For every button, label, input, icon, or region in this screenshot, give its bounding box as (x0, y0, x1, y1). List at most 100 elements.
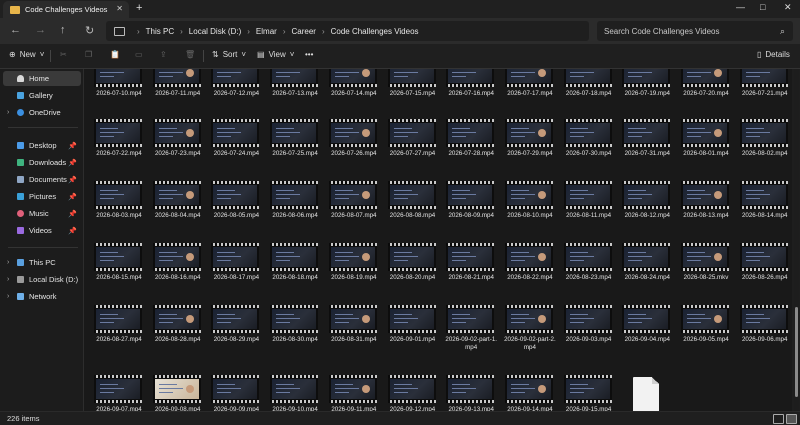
file-item[interactable]: 2026-08-26.mp4 (737, 243, 792, 303)
file-item[interactable]: 2026-08-10.mp4 (502, 181, 558, 241)
sidebar-item-this-pc[interactable]: › This PC (3, 255, 81, 270)
file-item[interactable]: 2026-09-05.mp4 (678, 305, 734, 365)
file-item[interactable]: 2026-07-19.mp4 (619, 69, 675, 119)
file-item[interactable]: 2026-08-12.mp4 (619, 181, 675, 241)
chevron-right-icon[interactable]: › (7, 109, 9, 116)
pin-icon[interactable]: 📌 (68, 193, 77, 201)
file-item[interactable]: 2026-08-05.mp4 (208, 181, 264, 241)
file-item[interactable]: 2026-07-22.mp4 (91, 119, 147, 179)
file-item[interactable]: 2026-07-12.mp4 (208, 69, 264, 119)
file-item[interactable]: 2026-07-13.mp4 (267, 69, 323, 119)
new-button[interactable]: ⊕ New ˅ (9, 50, 44, 59)
file-item[interactable]: 2026-09-09.mp4 (208, 375, 264, 411)
pin-icon[interactable]: 📌 (68, 227, 77, 235)
file-item[interactable]: 2026-08-31.mp4 (326, 305, 382, 365)
file-item[interactable]: 2026-09-07.mp4 (91, 375, 147, 411)
file-item[interactable]: 2026-07-14.mp4 (326, 69, 382, 119)
file-item[interactable]: 2026-09-01.mp4 (385, 305, 441, 365)
chevron-right-icon[interactable]: › (7, 259, 9, 266)
file-item[interactable]: 2026-08-01.mp4 (678, 119, 734, 179)
file-item[interactable]: 2026-07-26.mp4 (326, 119, 382, 179)
details-view-icon[interactable] (773, 414, 784, 424)
minimize-button[interactable]: — (736, 2, 745, 12)
file-item[interactable]: 2026-09-02-part-2.mp4 (502, 305, 558, 365)
new-tab-button[interactable]: + (136, 2, 142, 14)
chevron-right-icon[interactable]: › (283, 27, 286, 36)
file-item[interactable]: 2026-08-08.mp4 (385, 181, 441, 241)
file-item[interactable]: 2026-09-13.mp4 (443, 375, 499, 411)
file-item[interactable]: 2026-07-17.mp4 (502, 69, 558, 119)
breadcrumb-elmar[interactable]: Elmar (256, 27, 277, 36)
sidebar-item-downloads[interactable]: Downloads 📌 (3, 155, 81, 170)
file-item[interactable]: 2026-09-06.mp4 (737, 305, 792, 365)
pin-icon[interactable]: 📌 (68, 176, 77, 184)
file-item[interactable]: 2026-09-15.mp4 (561, 375, 617, 411)
sidebar-item-gallery[interactable]: Gallery (3, 88, 81, 103)
file-item[interactable]: 2026-08-20.mp4 (385, 243, 441, 303)
file-item[interactable]: 2026-08-29.mp4 (208, 305, 264, 365)
rename-icon[interactable]: ▭ (135, 50, 143, 59)
sidebar-item-home[interactable]: Home (3, 71, 81, 86)
tab-current-folder[interactable]: Code Challenges Videos ✕ (3, 1, 129, 18)
up-arrow-icon[interactable]: ↑ (60, 24, 66, 36)
vertical-scrollbar[interactable] (794, 69, 799, 411)
file-item[interactable]: 2026-08-30.mp4 (267, 305, 323, 365)
sidebar-item-onedrive[interactable]: › OneDrive (3, 105, 81, 120)
breadcrumb-this-pc[interactable]: This PC (146, 27, 174, 36)
file-item[interactable]: 2026-08-23.mp4 (561, 243, 617, 303)
file-item[interactable]: 2026-09-14.mp4 (502, 375, 558, 411)
back-arrow-icon[interactable]: ← (10, 24, 21, 36)
file-item[interactable]: 2026-07-27.mp4 (385, 119, 441, 179)
file-item[interactable]: 2026-09-12.mp4 (385, 375, 441, 411)
file-item[interactable]: 2026-08-04.mp4 (150, 181, 206, 241)
search-input[interactable]: Search Code Challenges Videos (604, 27, 780, 36)
file-item[interactable]: 2026-08-02.mp4 (737, 119, 792, 179)
file-item[interactable]: 2026-09-04.mp4 (619, 305, 675, 365)
view-button[interactable]: ▤ View ˅ (257, 50, 294, 59)
paste-icon[interactable]: 📋 (110, 50, 120, 59)
file-item[interactable]: README.txt (619, 375, 675, 411)
file-item[interactable]: 2026-08-11.mp4 (561, 181, 617, 241)
breadcrumb-career[interactable]: Career (291, 27, 315, 36)
file-item[interactable]: 2026-08-21.mp4 (443, 243, 499, 303)
file-item[interactable]: 2026-09-10.mp4 (267, 375, 323, 411)
file-item[interactable]: 2026-08-18.mp4 (267, 243, 323, 303)
file-item[interactable]: 2026-07-23.mp4 (150, 119, 206, 179)
file-item[interactable]: 2026-07-24.mp4 (208, 119, 264, 179)
maximize-button[interactable]: □ (760, 2, 765, 12)
file-item[interactable]: 2026-08-17.mp4 (208, 243, 264, 303)
file-item[interactable]: 2026-08-09.mp4 (443, 181, 499, 241)
address-bar[interactable]: › This PC › Local Disk (D:) › Elmar › Ca… (106, 21, 589, 41)
file-item[interactable]: 2026-07-28.mp4 (443, 119, 499, 179)
file-item[interactable]: 2026-08-03.mp4 (91, 181, 147, 241)
close-tab-icon[interactable]: ✕ (116, 4, 123, 13)
sidebar-item-music[interactable]: Music 📌 (3, 206, 81, 221)
details-button[interactable]: ▯ Details (757, 50, 790, 59)
file-item[interactable]: 2026-07-10.mp4 (91, 69, 147, 119)
chevron-right-icon[interactable]: › (180, 27, 183, 36)
tiles-view-icon[interactable] (786, 414, 797, 424)
file-item[interactable]: 2026-07-30.mp4 (561, 119, 617, 179)
file-item[interactable]: 2026-08-15.mp4 (91, 243, 147, 303)
copy-icon[interactable]: ❐ (85, 50, 92, 59)
file-item[interactable]: 2026-08-13.mp4 (678, 181, 734, 241)
chevron-right-icon[interactable]: › (137, 27, 140, 36)
file-item[interactable]: 2026-07-29.mp4 (502, 119, 558, 179)
sidebar-item-desktop[interactable]: Desktop 📌 (3, 138, 81, 153)
file-item[interactable]: 2026-08-07.mp4 (326, 181, 382, 241)
file-item[interactable]: 2026-08-16.mp4 (150, 243, 206, 303)
file-item[interactable]: 2026-08-27.mp4 (91, 305, 147, 365)
breadcrumb-current-folder[interactable]: Code Challenges Videos (331, 27, 419, 36)
file-item[interactable]: 2026-07-25.mp4 (267, 119, 323, 179)
more-options-button[interactable]: ••• (305, 50, 313, 59)
chevron-right-icon[interactable]: › (322, 27, 325, 36)
file-item[interactable]: 2026-09-03.mp4 (561, 305, 617, 365)
chevron-right-icon[interactable]: › (7, 276, 9, 283)
file-item[interactable]: 2026-08-24.mp4 (619, 243, 675, 303)
breadcrumb-local-disk[interactable]: Local Disk (D:) (189, 27, 241, 36)
cut-icon[interactable]: ✂ (60, 50, 67, 59)
forward-arrow-icon[interactable]: → (35, 24, 46, 36)
sidebar-item-documents[interactable]: Documents 📌 (3, 172, 81, 187)
file-item[interactable]: 2026-08-19.mp4 (326, 243, 382, 303)
close-window-button[interactable]: ✕ (784, 2, 792, 13)
